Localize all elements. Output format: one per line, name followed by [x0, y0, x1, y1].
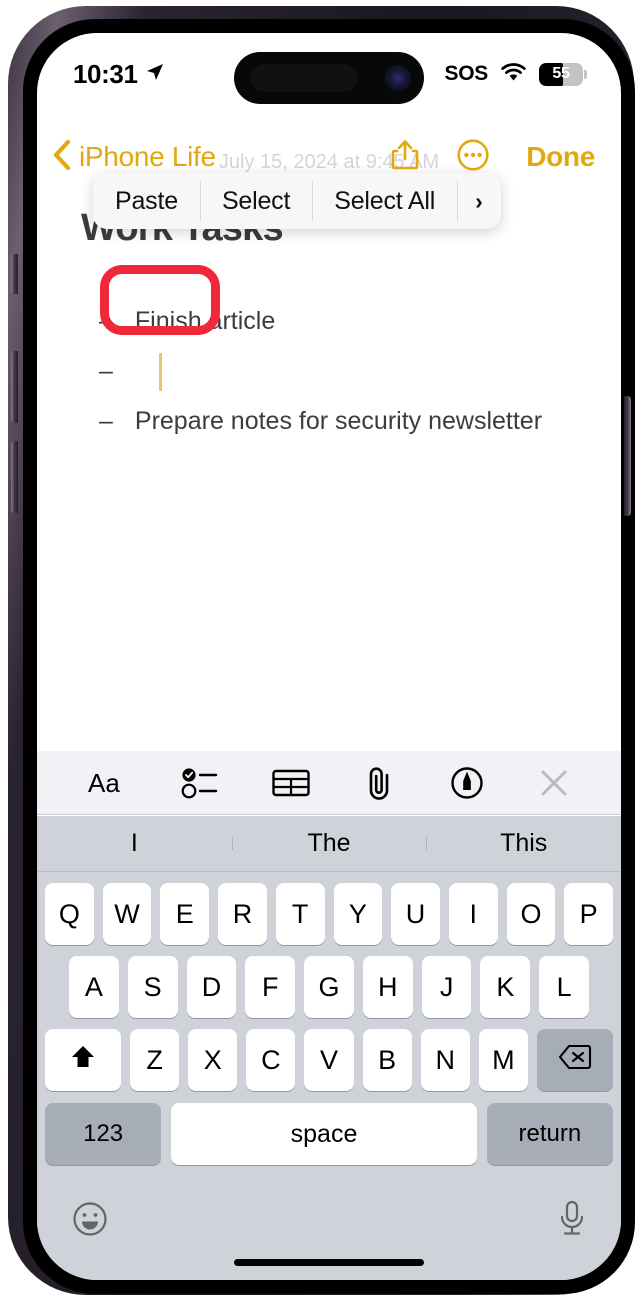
status-bar-left: 10:31	[73, 59, 165, 90]
key-i[interactable]: I	[448, 883, 498, 945]
backspace-key[interactable]	[536, 1029, 614, 1091]
key-d[interactable]: D	[186, 956, 237, 1018]
phone-frame: 10:31 SOS 55 July 15, 2024 at 9:45 AM – …	[8, 6, 635, 1295]
key-h[interactable]: H	[362, 956, 413, 1018]
earpiece-speaker	[250, 64, 358, 92]
done-button[interactable]: Done	[526, 141, 595, 173]
key-j[interactable]: J	[421, 956, 472, 1018]
text-cursor	[159, 353, 162, 391]
action-button[interactable]	[11, 254, 18, 294]
key-e[interactable]: E	[160, 883, 210, 945]
key-b[interactable]: B	[362, 1029, 412, 1091]
emoji-icon[interactable]	[71, 1200, 109, 1243]
back-button-label: iPhone Life	[79, 141, 216, 172]
prediction-1[interactable]: The	[231, 829, 427, 858]
key-c[interactable]: C	[246, 1029, 296, 1091]
backspace-icon	[558, 1044, 592, 1077]
key-u[interactable]: U	[391, 883, 440, 945]
keyboard-bottom-row	[37, 1192, 621, 1280]
note-list-item[interactable]: – Finish article	[99, 307, 275, 336]
status-bar-right: SOS 55	[445, 62, 587, 87]
battery-percent-label: 55	[552, 65, 570, 82]
key-t[interactable]: T	[275, 883, 325, 945]
navigation-bar: iPhone Life Done	[37, 129, 621, 185]
predictive-text-bar: I The This	[37, 816, 621, 872]
return-key[interactable]: return	[486, 1103, 613, 1165]
dynamic-island	[234, 52, 424, 104]
text-format-icon[interactable]: Aa	[87, 767, 129, 799]
list-dash: –	[99, 357, 113, 385]
key-v[interactable]: V	[304, 1029, 354, 1091]
list-dash: –	[99, 307, 113, 335]
keyboard-row-1: Q W E R T Y U I O P	[37, 883, 621, 945]
key-p[interactable]: P	[564, 883, 614, 945]
home-indicator	[234, 1259, 424, 1266]
format-toolbar: Aa	[37, 751, 621, 815]
attachment-icon[interactable]	[363, 765, 397, 801]
key-s[interactable]: S	[127, 956, 178, 1018]
keyboard-row-4: 123 space return	[37, 1103, 621, 1165]
battery-shell: 55	[539, 62, 583, 86]
close-icon[interactable]	[537, 766, 571, 800]
note-list-item[interactable]: – Prepare notes for security newsletter	[99, 407, 542, 436]
key-g[interactable]: G	[304, 956, 354, 1018]
note-list-item[interactable]: –	[99, 357, 135, 386]
list-item-text: Finish article	[134, 307, 276, 335]
ellipsis-circle-icon[interactable]	[456, 138, 490, 177]
chevron-left-icon	[51, 138, 73, 177]
key-w[interactable]: W	[102, 883, 152, 945]
share-icon[interactable]	[390, 138, 420, 177]
status-time: 10:31	[73, 58, 138, 89]
table-icon[interactable]	[271, 766, 311, 800]
location-arrow-icon	[145, 62, 165, 87]
key-x[interactable]: X	[188, 1029, 238, 1091]
shift-icon	[69, 1043, 97, 1078]
battery-indicator: 55	[539, 62, 587, 86]
shift-key[interactable]	[45, 1029, 122, 1091]
key-n[interactable]: N	[420, 1029, 470, 1091]
microphone-icon[interactable]	[557, 1199, 587, 1244]
key-a[interactable]: A	[68, 956, 119, 1018]
key-l[interactable]: L	[539, 956, 590, 1018]
numbers-key[interactable]: 123	[45, 1103, 162, 1165]
checklist-icon[interactable]	[181, 766, 219, 800]
key-o[interactable]: O	[506, 883, 556, 945]
volume-up-button[interactable]	[11, 351, 18, 423]
prediction-2[interactable]: This	[426, 829, 621, 858]
key-k[interactable]: K	[480, 956, 531, 1018]
markup-pen-icon[interactable]	[449, 765, 485, 801]
phone-screen: 10:31 SOS 55 July 15, 2024 at 9:45 AM – …	[37, 33, 621, 1280]
back-button[interactable]: iPhone Life	[51, 138, 216, 177]
front-camera	[385, 65, 411, 91]
sos-indicator: SOS	[444, 62, 489, 85]
nav-actions: Done	[390, 138, 595, 177]
key-f[interactable]: F	[245, 956, 296, 1018]
keyboard-row-2: A S D F G H J K L	[37, 956, 621, 1018]
key-y[interactable]: Y	[333, 883, 383, 945]
space-key[interactable]: space	[171, 1103, 477, 1165]
wifi-icon	[500, 62, 527, 87]
key-r[interactable]: R	[218, 883, 267, 945]
volume-down-button[interactable]	[11, 441, 18, 513]
keyboard: I The This Q W E R T Y U I O P A S D F G…	[37, 816, 621, 1280]
svg-text:Aa: Aa	[88, 768, 120, 798]
list-dash: –	[99, 407, 113, 435]
list-item-text: Prepare notes for security newsletter	[134, 407, 543, 435]
key-z[interactable]: Z	[130, 1029, 180, 1091]
key-q[interactable]: Q	[44, 883, 94, 945]
power-button[interactable]	[624, 396, 631, 516]
keyboard-row-3: Z X C V B N M	[37, 1029, 621, 1091]
battery-nub	[584, 69, 587, 79]
key-m[interactable]: M	[478, 1029, 528, 1091]
prediction-0[interactable]: I	[37, 829, 232, 858]
